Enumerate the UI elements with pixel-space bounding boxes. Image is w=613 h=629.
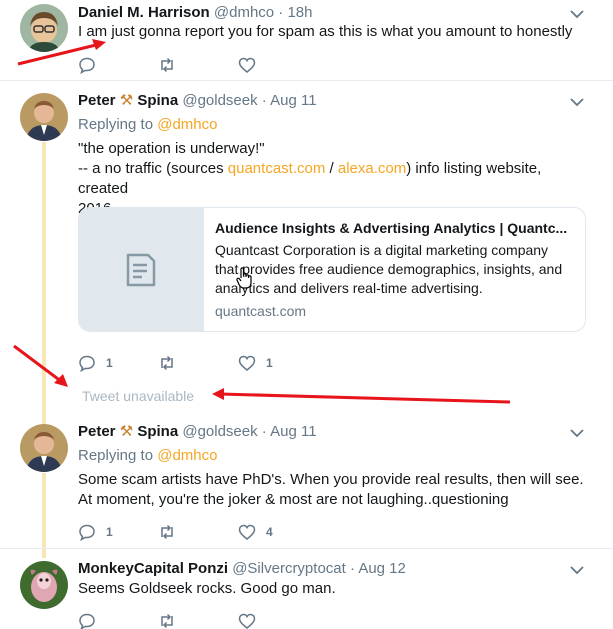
heart-icon bbox=[238, 613, 256, 629]
replying-to: Replying to @dmhco bbox=[78, 116, 218, 133]
tweet-text: Some scam artists have PhD's. When you p… bbox=[78, 471, 584, 508]
quantcast-link[interactable]: quantcast.com bbox=[228, 160, 326, 177]
tweet-unavailable-notice: Tweet unavailable bbox=[82, 388, 195, 404]
separator: · bbox=[349, 560, 355, 577]
annotation-arrow bbox=[212, 388, 511, 404]
tweet-actions: 1 1 bbox=[78, 353, 318, 373]
hand-cursor-icon bbox=[236, 267, 252, 289]
chevron-down-icon[interactable] bbox=[569, 6, 585, 22]
card-description: Quantcast Corporation is a digital marke… bbox=[215, 242, 563, 296]
tweet-actions bbox=[78, 55, 318, 75]
separator: · bbox=[278, 4, 284, 21]
like-count: 1 bbox=[266, 356, 273, 370]
separator: · bbox=[261, 92, 267, 109]
like-button[interactable]: 1 bbox=[238, 354, 318, 372]
tweet-text: I am just gonna report you for spam as t… bbox=[78, 23, 573, 40]
reply-count: 1 bbox=[106, 525, 113, 539]
reply-button[interactable] bbox=[78, 612, 158, 629]
replying-to: Replying to @dmhco bbox=[78, 447, 218, 464]
hammer-pick-icon: ⚒ bbox=[119, 92, 134, 109]
like-button[interactable]: 4 bbox=[238, 523, 318, 541]
retweet-button[interactable] bbox=[158, 612, 238, 629]
tweet-header: Peter ⚒ Spina @goldseek · Aug 11 bbox=[78, 422, 585, 442]
card-title[interactable]: Audience Insights & Advertising Analytic… bbox=[215, 219, 573, 237]
replying-handle-link[interactable]: @dmhco bbox=[157, 116, 217, 133]
tweet-header: MonkeyCapital Ponzi @Silvercryptocat · A… bbox=[78, 559, 585, 579]
tweet-monkeycapital: MonkeyCapital Ponzi @Silvercryptocat · A… bbox=[0, 549, 613, 629]
retweet-button[interactable] bbox=[158, 354, 238, 372]
card-body: Audience Insights & Advertising Analytic… bbox=[215, 219, 573, 319]
like-button[interactable] bbox=[238, 56, 318, 74]
avatar[interactable] bbox=[20, 4, 68, 52]
reply-count: 1 bbox=[106, 356, 113, 370]
link-card[interactable]: Audience Insights & Advertising Analytic… bbox=[78, 207, 586, 332]
handle[interactable]: @Silvercryptocat bbox=[232, 560, 346, 577]
tweet-header: Daniel M. Harrison @dmhco · 18h bbox=[78, 3, 585, 23]
heart-icon bbox=[238, 57, 256, 73]
display-name[interactable]: Peter ⚒ Spina bbox=[78, 92, 178, 109]
retweet-icon bbox=[161, 57, 173, 73]
avatar[interactable] bbox=[20, 93, 68, 141]
tweet-actions: 1 4 bbox=[78, 522, 318, 542]
reply-button[interactable]: 1 bbox=[78, 523, 158, 541]
chevron-down-icon[interactable] bbox=[569, 425, 585, 441]
timestamp[interactable]: 18h bbox=[287, 4, 312, 21]
like-button[interactable] bbox=[238, 612, 318, 629]
display-name[interactable]: Daniel M. Harrison bbox=[78, 4, 210, 21]
display-name[interactable]: Peter ⚒ Spina bbox=[78, 423, 178, 440]
retweet-icon bbox=[161, 524, 173, 540]
reply-icon bbox=[79, 355, 95, 372]
reply-icon bbox=[79, 524, 95, 541]
document-icon bbox=[126, 253, 156, 287]
card-thumbnail bbox=[79, 208, 204, 331]
tweet-daniel: Daniel M. Harrison @dmhco · 18h I am jus… bbox=[0, 0, 613, 80]
chevron-down-icon[interactable] bbox=[569, 562, 585, 578]
reply-button[interactable]: 1 bbox=[78, 354, 158, 372]
timestamp[interactable]: Aug 12 bbox=[358, 560, 406, 577]
retweet-icon bbox=[161, 613, 173, 629]
handle[interactable]: @dmhco bbox=[214, 4, 274, 21]
heart-icon bbox=[238, 524, 256, 540]
chevron-down-icon[interactable] bbox=[569, 94, 585, 110]
timestamp[interactable]: Aug 11 bbox=[270, 423, 316, 440]
handle[interactable]: @goldseek bbox=[182, 92, 257, 109]
reply-icon bbox=[79, 57, 95, 74]
reply-button[interactable] bbox=[78, 56, 158, 74]
timestamp[interactable]: Aug 11 bbox=[270, 92, 316, 109]
like-count: 4 bbox=[266, 525, 273, 539]
separator: · bbox=[261, 423, 267, 440]
heart-icon bbox=[238, 355, 256, 371]
alexa-link[interactable]: alexa.com bbox=[338, 160, 406, 177]
card-domain: quantcast.com bbox=[215, 303, 307, 319]
tweet-text: Seems Goldseek rocks. Good go man. bbox=[78, 580, 336, 597]
reply-icon bbox=[79, 613, 95, 629]
tweet-actions bbox=[78, 611, 318, 629]
avatar[interactable] bbox=[20, 561, 68, 609]
retweet-button[interactable] bbox=[158, 523, 238, 541]
handle[interactable]: @goldseek bbox=[182, 423, 257, 440]
display-name[interactable]: MonkeyCapital Ponzi bbox=[78, 560, 228, 577]
tweet-header: Peter ⚒ Spina @goldseek · Aug 11 bbox=[78, 91, 585, 111]
tweet-peter-2: Peter ⚒ Spina @goldseek · Aug 11 Replyin… bbox=[0, 412, 613, 552]
hammer-pick-icon: ⚒ bbox=[119, 423, 134, 440]
retweet-button[interactable] bbox=[158, 56, 238, 74]
retweet-icon bbox=[161, 355, 173, 371]
replying-handle-link[interactable]: @dmhco bbox=[157, 447, 217, 464]
avatar[interactable] bbox=[20, 424, 68, 472]
